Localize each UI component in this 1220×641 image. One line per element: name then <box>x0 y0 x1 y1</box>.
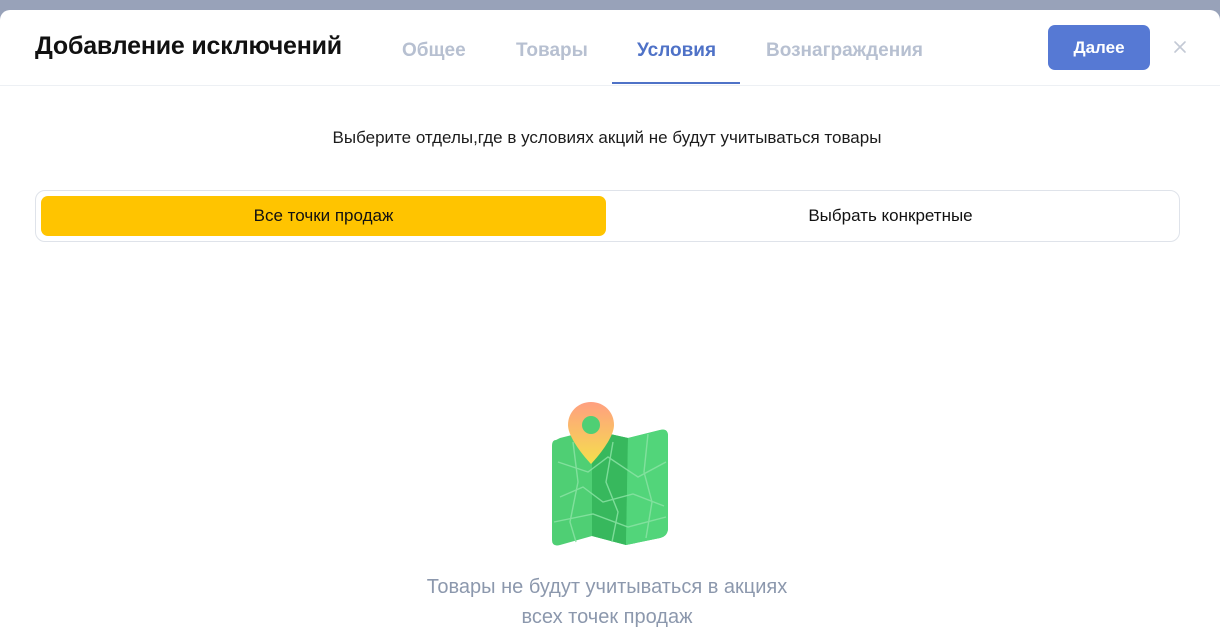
tab-rewards[interactable]: Вознаграждения <box>766 40 923 62</box>
map-pin-icon <box>548 402 672 552</box>
exclusions-modal: Добавление исключений Общее Товары Услов… <box>0 10 1220 641</box>
active-tab-indicator <box>612 82 740 84</box>
page-title: Добавление исключений <box>35 32 342 60</box>
close-icon[interactable] <box>1170 37 1190 57</box>
tab-conditions[interactable]: Условия <box>637 40 716 62</box>
modal-header: Добавление исключений Общее Товары Услов… <box>0 10 1220 86</box>
instruction-text: Выберите отделы,где в условиях акций не … <box>332 128 882 147</box>
specific-points-option[interactable]: Выбрать конкретные <box>608 196 1173 236</box>
tab-products[interactable]: Товары <box>516 40 588 62</box>
scope-selector: Все точки продаж Выбрать конкретные <box>35 190 1180 242</box>
next-button[interactable]: Далее <box>1048 25 1150 70</box>
tab-general[interactable]: Общее <box>402 40 466 62</box>
empty-state-text: Товары не будут учитываться в акциях все… <box>426 576 788 628</box>
all-points-option[interactable]: Все точки продаж <box>41 196 606 236</box>
